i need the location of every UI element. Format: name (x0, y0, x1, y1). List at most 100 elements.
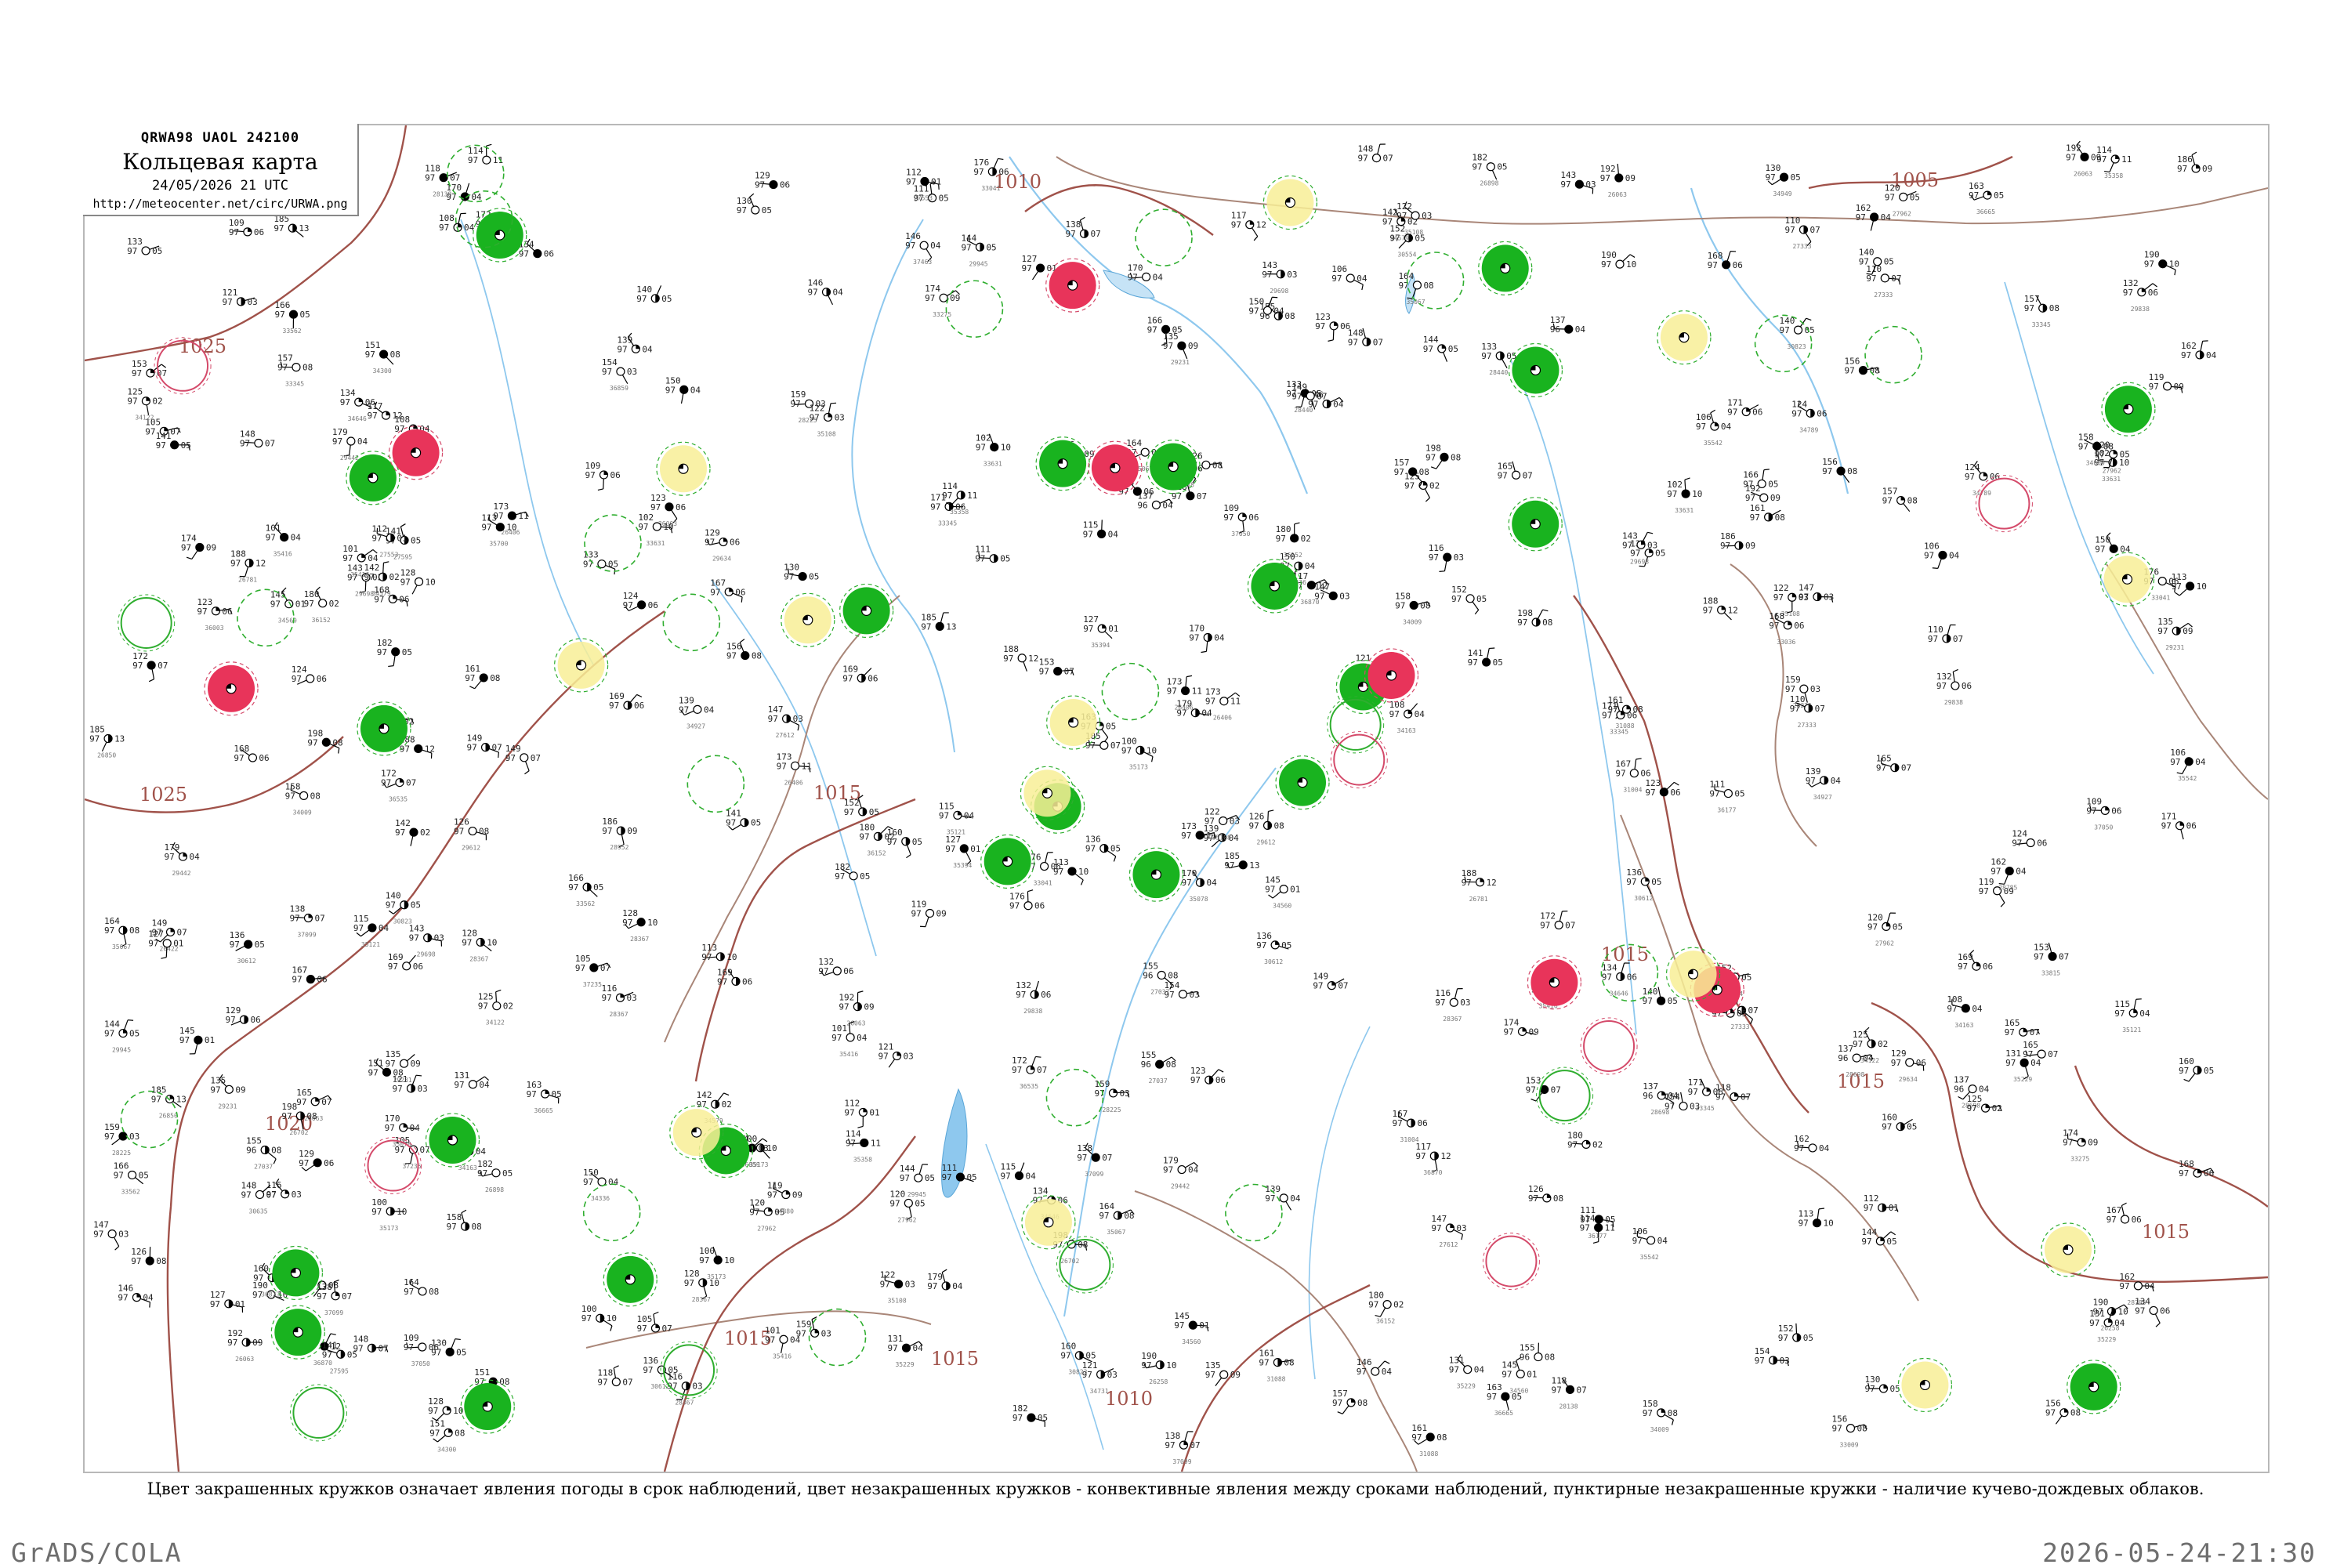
station-dewpoint: 07 (177, 927, 187, 937)
station-dewpoint: 12 (392, 411, 402, 421)
station-marker (1466, 595, 1474, 603)
station-dewpoint: 06 (2160, 1305, 2170, 1316)
weather-circle-ring-red (1483, 1233, 1539, 1290)
station-dewpoint: 05 (1734, 789, 1744, 799)
station-index: 35229 (895, 1361, 914, 1368)
station-marker (1464, 1366, 1472, 1374)
station-dewpoint: 10 (2169, 259, 2179, 270)
station-temperature: 97 (292, 674, 302, 684)
station-plot: 1989708 (1517, 608, 1552, 628)
footer-timestamp: 2026-05-24-21:30 (2042, 1537, 2317, 1568)
station-plot: 1529705 (844, 795, 879, 817)
station-plot: 161970831088 (1411, 1423, 1447, 1458)
isobar-line (696, 799, 915, 1081)
station-temperature: 97 (839, 1002, 849, 1012)
station-temperature: 97 (2078, 441, 2088, 451)
station-temperature: 97 (1602, 972, 1612, 982)
station-dewpoint: 03 (118, 1229, 129, 1240)
map-canvas: 1025 1020 1015 1010 1005 1015 1015 1015 … (85, 125, 2268, 1472)
station-dewpoint: 03 (1456, 1223, 1466, 1233)
wind-barb (451, 1339, 455, 1349)
station-marker (171, 441, 179, 449)
station-temperature: 97 (1189, 632, 1199, 643)
station-marker (2093, 442, 2101, 450)
station-temperature: 97 (717, 976, 727, 987)
station-dewpoint: 06 (1034, 901, 1045, 911)
station-index: 26850 (159, 1113, 178, 1120)
station-index: 35108 (817, 430, 836, 437)
wind-barb (1215, 1378, 1222, 1385)
weather-circle-fill-green (271, 1305, 324, 1359)
station-temperature: 97 (210, 1299, 220, 1309)
station-plot: 138970737099 (289, 904, 324, 939)
station-dewpoint: 11 (871, 1138, 881, 1148)
station-dewpoint: 05 (181, 440, 191, 451)
station-temperature: 97 (961, 242, 971, 252)
station-temperature: 97 (404, 1287, 414, 1297)
wind-barb (1102, 520, 1103, 530)
station-dewpoint: 04 (1273, 306, 1284, 316)
station-index: 35121 (2122, 1027, 2141, 1034)
station-dewpoint: 05 (1281, 940, 1291, 951)
station-temperature: 97 (1396, 211, 1407, 221)
wind-barb (466, 183, 469, 193)
station-temperature: 97 (377, 647, 387, 657)
station-temperature: 97 (1404, 480, 1415, 491)
wind-barb (475, 681, 481, 689)
station-dewpoint: 05 (1038, 1413, 1048, 1423)
station-plot: 1869709 (1720, 531, 1755, 551)
station-marker (1853, 1054, 1860, 1062)
station-index: 28952 (610, 844, 629, 851)
station-plot: 188971226781 (230, 549, 266, 583)
station-marker (493, 1002, 501, 1010)
station-temperature: 97 (665, 385, 676, 395)
station-marker (1657, 997, 1665, 1005)
station-plot: 1719706 (2161, 812, 2197, 839)
station-temperature: 97 (597, 1377, 607, 1387)
station-temperature: 97 (1540, 921, 1550, 931)
wind-barb (940, 613, 943, 623)
station-index: 36870 (313, 1360, 332, 1367)
station-marker (714, 1256, 722, 1264)
station-temperature: 97 (942, 491, 952, 501)
station-index: 26406 (784, 779, 803, 786)
station-plot: 1249706 (623, 591, 658, 611)
weather-circle-fill-yellow (1263, 176, 1317, 230)
station-temperature: 96 (1143, 970, 1153, 980)
station-plot: 163970536665 (527, 1080, 562, 1114)
station-temperature: 97 (835, 871, 845, 882)
station-temperature: 97 (1265, 1193, 1275, 1204)
station-dewpoint: 04 (912, 1343, 923, 1353)
station-plot: 102971033631 (638, 512, 673, 547)
station-temperature: 97 (1224, 860, 1234, 871)
station-plot: 138970737099 (317, 1280, 352, 1316)
wind-barb (1617, 164, 1618, 174)
station-index: 36870 (1300, 599, 1319, 606)
station-dewpoint: 04 (704, 704, 715, 715)
station-plot: 1349706 (2135, 1296, 2170, 1327)
weather-circle-ring-green (118, 595, 175, 651)
station-dewpoint: 01 (1199, 1320, 1209, 1331)
station-temperature: 97 (1291, 391, 1302, 401)
wind-barb (1206, 641, 1207, 651)
station-marker (1874, 258, 1882, 266)
station-plot: 179970429442 (164, 842, 200, 877)
station-temperature: 97 (791, 399, 801, 409)
station-temperature: 97 (1462, 878, 1472, 888)
station-dewpoint: 08 (302, 363, 313, 373)
station-index: 29838 (2131, 306, 2150, 313)
station-dewpoint: 04 (1972, 1004, 1983, 1014)
station-dewpoint: 03 (759, 1143, 769, 1153)
station-temperature: 97 (454, 1080, 464, 1090)
station-marker (1100, 741, 1108, 749)
station-temperature: 97 (1969, 190, 1979, 201)
station-dewpoint: 04 (1206, 878, 1217, 888)
station-plot: 100971035173 (371, 1197, 407, 1232)
station-dewpoint: 06 (676, 502, 686, 512)
weather-circle-fill-green (1509, 498, 1562, 551)
weather-circle-fill-green (426, 1114, 479, 1167)
station-dewpoint: 04 (2114, 1318, 2125, 1328)
station-plot: 1089704 (439, 213, 475, 233)
station-temperature: 97 (1784, 225, 1795, 235)
wind-barb (621, 835, 624, 845)
